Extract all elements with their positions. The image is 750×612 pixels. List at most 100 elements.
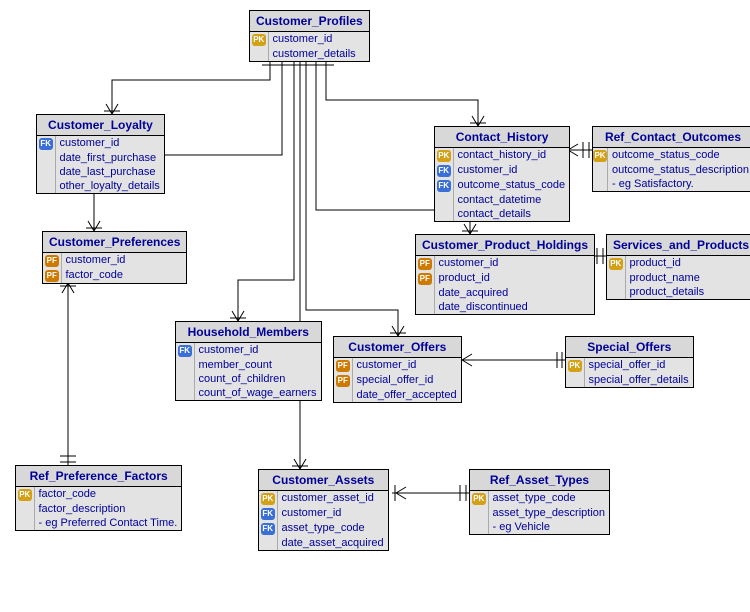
column-row: date_discontinued (416, 300, 594, 314)
entity-title: Ref_Preference_Factors (16, 466, 181, 487)
entity-title: Ref_Contact_Outcomes (593, 127, 750, 148)
key-cell: FK (435, 178, 453, 193)
column-name: - eg Satisfactory. (608, 177, 750, 191)
column-row: PKoutcome_status_code (593, 148, 750, 163)
key-cell: PF (334, 373, 352, 388)
column-row: PFcustomer_id (334, 358, 461, 373)
column-row: FKcustomer_id (176, 343, 321, 358)
key-badge-pf: PF (418, 258, 432, 270)
column-row: - eg Preferred Contact Time. (16, 516, 181, 530)
key-cell (607, 271, 625, 285)
column-row: PKfactor_code (16, 487, 181, 502)
entity-customer-loyalty: Customer_LoyaltyFKcustomer_iddate_first_… (36, 114, 165, 194)
columns: PFcustomer_idPFproduct_iddate_acquiredda… (416, 256, 594, 314)
entity-title: Customer_Loyalty (37, 115, 164, 136)
column-row: FKcustomer_id (37, 136, 164, 151)
key-cell (470, 506, 488, 520)
column-name: customer_id (61, 253, 186, 268)
column-name: date_asset_acquired (277, 536, 388, 550)
entity-title: Customer_Profiles (250, 11, 369, 32)
entity-customer-preferences: Customer_PreferencesPFcustomer_idPFfacto… (42, 231, 187, 284)
key-cell: PK (16, 487, 34, 502)
entity-ref-contact-outcomes: Ref_Contact_OutcomesPKoutcome_status_cod… (592, 126, 750, 192)
column-name: factor_code (61, 268, 186, 283)
column-name: date_first_purchase (55, 151, 164, 165)
entity-contact-history: Contact_HistoryPKcontact_history_idFKcus… (434, 126, 570, 222)
entity-special-offers: Special_OffersPKspecial_offer_idspecial_… (565, 336, 694, 388)
key-cell (334, 388, 352, 402)
column-name: contact_details (453, 207, 569, 221)
column-name: product_name (625, 271, 750, 285)
columns: PFcustomer_idPFspecial_offer_iddate_offe… (334, 358, 461, 402)
key-cell: FK (259, 521, 277, 536)
column-row: contact_details (435, 207, 569, 221)
columns: PKfactor_codefactor_description- eg Pref… (16, 487, 181, 530)
column-name: customer_id (352, 358, 461, 373)
column-row: count_of_children (176, 372, 321, 386)
key-cell (176, 386, 194, 400)
key-cell: PK (435, 148, 453, 163)
entity-services-and-products: Services_and_ProductsPKproduct_idproduct… (606, 234, 750, 300)
key-cell (37, 165, 55, 179)
column-row: other_loyalty_details (37, 179, 164, 193)
column-name: customer_id (268, 32, 369, 47)
column-row: FKcustomer_id (259, 506, 388, 521)
entity-customer-product-holdings: Customer_Product_HoldingsPFcustomer_idPF… (415, 234, 595, 315)
column-name: customer_asset_id (277, 491, 388, 506)
column-name: factor_code (34, 487, 181, 502)
key-cell: FK (259, 506, 277, 521)
column-name: - eg Vehicle (488, 520, 609, 534)
column-row: date_asset_acquired (259, 536, 388, 550)
column-row: product_details (607, 285, 750, 299)
entity-ref-preference-factors: Ref_Preference_FactorsPKfactor_codefacto… (15, 465, 182, 531)
column-row: count_of_wage_earners (176, 386, 321, 400)
column-name: other_loyalty_details (55, 179, 164, 193)
key-cell (37, 179, 55, 193)
key-cell (435, 207, 453, 221)
key-cell: PK (259, 491, 277, 506)
column-row: - eg Satisfactory. (593, 177, 750, 191)
column-name: asset_type_description (488, 506, 609, 520)
column-name: product_id (625, 256, 750, 271)
key-cell: PK (566, 358, 584, 373)
column-name: customer_id (277, 506, 388, 521)
entity-title: Customer_Preferences (43, 232, 186, 253)
column-row: PKproduct_id (607, 256, 750, 271)
column-name: outcome_status_code (608, 148, 750, 163)
key-badge-pk: PK (568, 360, 582, 372)
key-cell (593, 163, 608, 177)
column-name: customer_id (55, 136, 164, 151)
column-row: factor_description (16, 502, 181, 516)
key-cell: PF (334, 358, 352, 373)
column-row: PKcontact_history_id (435, 148, 569, 163)
column-name: count_of_wage_earners (194, 386, 321, 400)
key-cell: PK (593, 148, 608, 163)
column-name: date_last_purchase (55, 165, 164, 179)
column-name: special_offer_details (584, 373, 693, 387)
key-badge-pf: PF (45, 270, 59, 282)
key-badge-pk: PK (593, 150, 607, 162)
entity-title: Household_Members (176, 322, 321, 343)
entity-title: Ref_Asset_Types (470, 470, 609, 491)
key-cell (176, 372, 194, 386)
key-cell (416, 300, 434, 314)
columns: PKspecial_offer_idspecial_offer_details (566, 358, 693, 387)
key-cell: PF (416, 256, 434, 271)
column-row: FKasset_type_code (259, 521, 388, 536)
column-name: factor_description (34, 502, 181, 516)
column-row: PKasset_type_code (470, 491, 609, 506)
key-badge-fk: FK (261, 523, 275, 535)
entity-customer-assets: Customer_AssetsPKcustomer_asset_idFKcust… (258, 469, 389, 551)
column-row: product_name (607, 271, 750, 285)
column-row: contact_datetime (435, 193, 569, 207)
column-row: PKcustomer_id (250, 32, 369, 47)
key-cell: PF (43, 253, 61, 268)
column-row: date_acquired (416, 286, 594, 300)
column-name: asset_type_code (488, 491, 609, 506)
key-cell: FK (176, 343, 194, 358)
key-cell: PF (416, 271, 434, 286)
entity-title: Special_Offers (566, 337, 693, 358)
column-name: product_details (625, 285, 750, 299)
column-row: date_first_purchase (37, 151, 164, 165)
column-name: customer_id (434, 256, 594, 271)
